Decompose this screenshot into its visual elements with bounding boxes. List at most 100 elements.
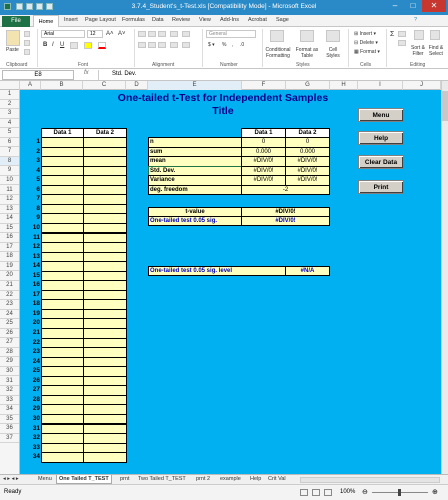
vertical-scrollbar[interactable] [441,81,448,474]
minimize-icon[interactable]: – [386,0,404,12]
bold-button[interactable]: B [43,42,47,48]
name-box[interactable]: E8 [2,70,74,80]
sheet-tab-crit-val[interactable]: Crit Val [268,476,286,482]
grow-font-icon[interactable]: A˄ [106,31,114,37]
row-header[interactable]: 9 [0,166,19,176]
zoom-slider-thumb[interactable] [398,489,401,496]
format-as-table-label[interactable]: Format as Table [294,47,320,59]
wrap-text-icon[interactable] [182,31,190,37]
close-icon[interactable]: ✕ [422,0,446,12]
row-header[interactable]: 37 [0,434,19,444]
sort-filter-icon[interactable] [414,30,424,40]
row-header[interactable]: 29 [0,357,19,367]
row-header[interactable]: 27 [0,338,19,348]
stat-label[interactable]: deg. freedom [148,184,242,196]
align-right-icon[interactable] [158,42,166,48]
conditional-formatting-label[interactable]: Conditional Formatting [264,47,292,59]
find-select-icon[interactable] [430,30,440,40]
row-header[interactable]: 17 [0,243,19,253]
sheet-tab-two-tailed[interactable]: Two Tailed T_TEST [138,476,186,482]
column-header-i[interactable]: I [358,81,403,90]
row-header[interactable]: 25 [0,319,19,329]
find-select-label[interactable]: Find & Select [426,45,446,57]
scrollbar-thumb[interactable] [442,91,448,121]
help-button[interactable]: Help [358,131,404,145]
row-header[interactable]: 33 [0,396,19,406]
select-all-corner[interactable] [0,81,20,90]
row-header[interactable]: 30 [0,367,19,377]
stat-value-combined[interactable]: -2 [241,184,330,196]
tab-acrobat[interactable]: Acrobat [248,17,267,23]
column-header-a[interactable]: A [20,81,41,90]
currency-icon[interactable]: $ ▾ [208,42,215,48]
row-header[interactable]: 32 [0,386,19,396]
sheet-tab-menu[interactable]: Menu [38,476,52,482]
align-center-icon[interactable] [148,42,156,48]
maximize-icon[interactable]: □ [404,0,422,12]
tab-sage[interactable]: Sage [276,17,289,23]
clear-data-button[interactable]: Clear Data [358,155,404,169]
row-header[interactable]: 23 [0,300,19,310]
zoom-in-icon[interactable]: ⊕ [432,488,438,496]
row-header[interactable]: 34 [0,405,19,415]
onetail-sig-cell[interactable]: #DIV/0! [241,216,330,226]
conditional-formatting-icon[interactable] [270,30,284,42]
align-bottom-icon[interactable] [158,31,166,37]
row-header[interactable]: 4 [0,119,19,129]
tab-review[interactable]: Review [172,17,190,23]
column-header-h[interactable]: H [330,81,358,90]
decrease-indent-icon[interactable] [170,42,178,48]
autosum-icon[interactable]: Σ [390,31,394,38]
help-icon[interactable]: ? [414,17,417,23]
shrink-font-icon[interactable]: A˅ [118,31,126,37]
page-layout-view-icon[interactable] [312,489,320,496]
row-header[interactable]: 16 [0,233,19,243]
page-break-view-icon[interactable] [324,489,332,496]
menu-button[interactable]: Menu [358,108,404,122]
row-header[interactable]: 2 [0,100,19,110]
font-color-icon[interactable] [98,42,106,49]
row-header[interactable]: 6 [0,138,19,148]
normal-view-icon[interactable] [300,489,308,496]
row-header[interactable]: 35 [0,415,19,425]
italic-button[interactable]: I [52,42,54,48]
underline-button[interactable]: U [60,42,64,48]
row-header[interactable]: 13 [0,205,19,215]
clear-icon[interactable] [398,40,406,46]
tab-add-ins[interactable]: Add-Ins [220,17,239,23]
tab-insert[interactable]: Insert [64,17,78,23]
row-header[interactable]: 21 [0,281,19,291]
row-header[interactable]: 14 [0,214,19,224]
paste-icon[interactable] [6,30,20,46]
row-header[interactable]: 5 [0,128,19,138]
tab-view[interactable]: View [199,17,211,23]
zoom-level[interactable]: 100% [340,489,355,495]
delete-button[interactable]: ⊟ Delete ▾ [354,40,378,46]
align-middle-icon[interactable] [148,31,156,37]
number-format-select[interactable]: General [206,30,256,38]
row-header[interactable]: 18 [0,252,19,262]
print-button[interactable]: Print [358,180,404,194]
row-header[interactable]: 15 [0,224,19,234]
row-header[interactable]: 28 [0,348,19,358]
zoom-out-icon[interactable]: ⊖ [362,488,368,496]
tab-page-layout[interactable]: Page Layout [85,17,116,23]
cell-styles-icon[interactable] [326,30,340,42]
comma-icon[interactable]: , [232,42,233,48]
align-left-icon[interactable] [138,42,146,48]
column-header-f[interactable]: F [242,81,286,90]
fill-icon[interactable] [398,31,406,37]
data2-cell[interactable] [83,452,127,463]
column-header-b[interactable]: B [41,81,83,90]
horizontal-scrollbar[interactable] [300,477,440,483]
row-header[interactable]: 7 [0,147,19,157]
sheet-tab-one-tailed[interactable]: One Tailed T_TEST [56,475,112,484]
percent-icon[interactable]: % [222,42,226,48]
formula-input[interactable]: Std. Dev. [112,70,438,80]
format-as-table-icon[interactable] [300,30,314,42]
tab-scroll-icon[interactable]: ◂ ▸ ◂ ▸ [3,476,19,482]
row-header[interactable]: 36 [0,424,19,434]
font-name-select[interactable]: Arial [41,30,85,38]
copy-icon[interactable] [24,40,30,46]
borders-icon[interactable] [70,42,78,49]
